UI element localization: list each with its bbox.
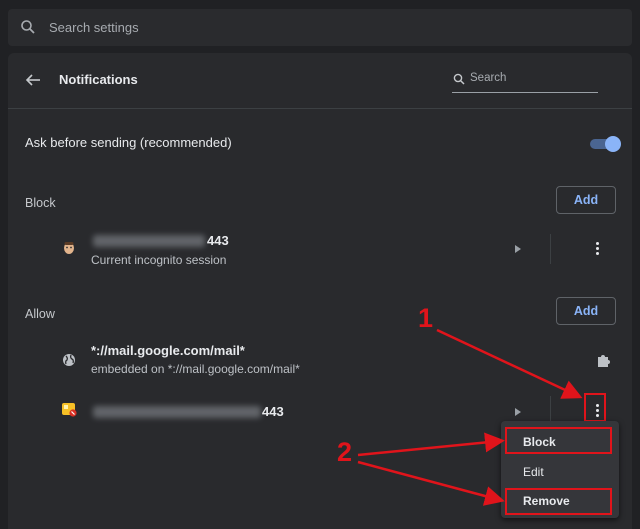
vertical-divider [550, 234, 551, 264]
more-actions-icon[interactable] [591, 240, 603, 256]
block-section-title: Block [25, 196, 56, 210]
highlight-box [505, 427, 612, 454]
block-site-url-suffix: 443 [207, 233, 229, 248]
blurred-site-url [93, 406, 261, 418]
ask-before-sending-toggle[interactable] [590, 136, 621, 152]
search-icon [21, 20, 35, 34]
highlight-box [505, 488, 612, 515]
settings-topbar: Search settings [0, 0, 640, 53]
allow-site-subtitle: embedded on *://mail.google.com/mail* [91, 362, 300, 376]
block-add-button[interactable]: Add [556, 186, 616, 214]
block-site-subtitle: Current incognito session [91, 253, 227, 267]
annotation-number: 2 [337, 437, 353, 467]
notifications-search-input[interactable]: Search [452, 68, 598, 93]
allow-site-url: *://mail.google.com/mail* [91, 343, 245, 358]
search-icon [453, 73, 465, 85]
site-favicon-icon [62, 403, 77, 417]
divider [8, 108, 632, 109]
notifications-search-placeholder: Search [470, 72, 507, 84]
toggle-knob [605, 136, 621, 152]
allow-site-row: *://mail.google.com/mail* embedded on *:… [8, 337, 632, 385]
extension-puzzle-icon[interactable] [595, 351, 613, 369]
globe-icon [63, 354, 75, 366]
site-favicon-icon [64, 242, 74, 254]
back-arrow-icon[interactable] [24, 71, 42, 89]
ask-before-sending-label: Ask before sending (recommended) [25, 135, 232, 150]
annotation-number: 1 [418, 303, 434, 333]
highlight-box [584, 393, 606, 422]
search-settings-input[interactable]: Search settings [8, 9, 632, 46]
page-title: Notifications [59, 72, 138, 87]
allow-add-button[interactable]: Add [556, 297, 616, 325]
menu-item-edit[interactable]: Edit [523, 465, 544, 479]
blurred-site-url [93, 235, 205, 247]
chevron-right-icon[interactable] [514, 407, 522, 417]
block-site-row: 443 Current incognito session [8, 223, 632, 273]
allow-site-url-suffix: 443 [262, 404, 284, 419]
search-settings-placeholder: Search settings [49, 20, 139, 35]
chevron-right-icon[interactable] [514, 244, 522, 254]
allow-section-title: Allow [25, 307, 55, 321]
